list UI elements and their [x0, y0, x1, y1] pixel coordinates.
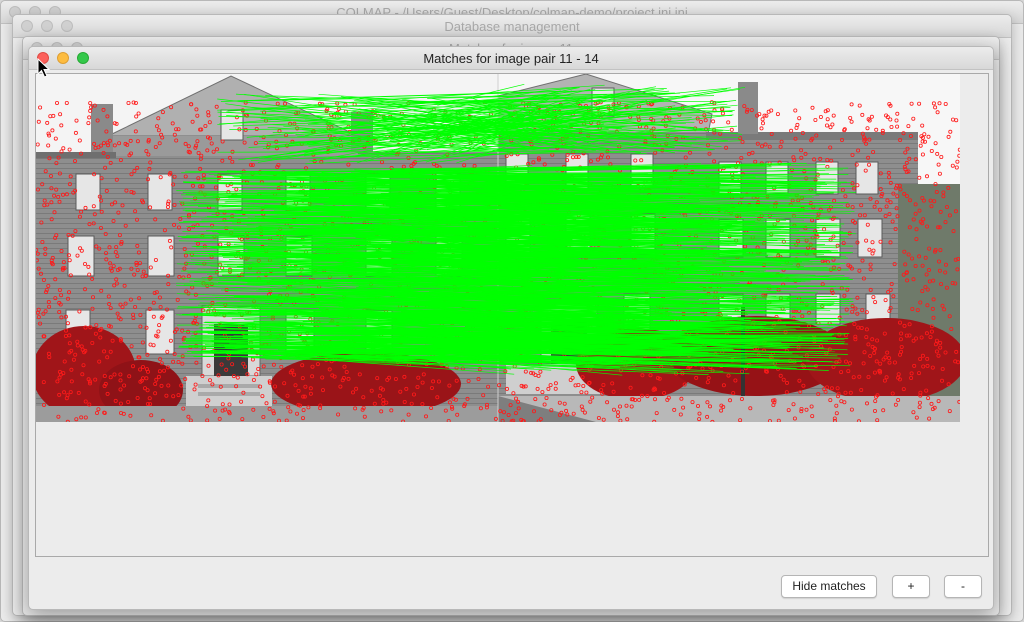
pair-matches-titlebar[interactable]: Matches for image pair 11 - 14	[29, 47, 993, 70]
pair-matches-window: Matches for image pair 11 - 14 Hide matc…	[28, 46, 994, 610]
db-window-title: Database management	[444, 19, 580, 34]
zoom-out-button[interactable]: -	[944, 575, 982, 598]
match-visualization	[36, 74, 960, 422]
pair-matches-title: Matches for image pair 11 - 14	[423, 51, 599, 66]
db-titlebar[interactable]: Database management	[13, 15, 1011, 38]
match-viewer[interactable]	[35, 73, 989, 557]
zoom-in-button[interactable]: +	[892, 575, 930, 598]
hide-matches-button[interactable]: Hide matches	[781, 575, 877, 598]
mouse-pointer-icon	[37, 58, 51, 78]
